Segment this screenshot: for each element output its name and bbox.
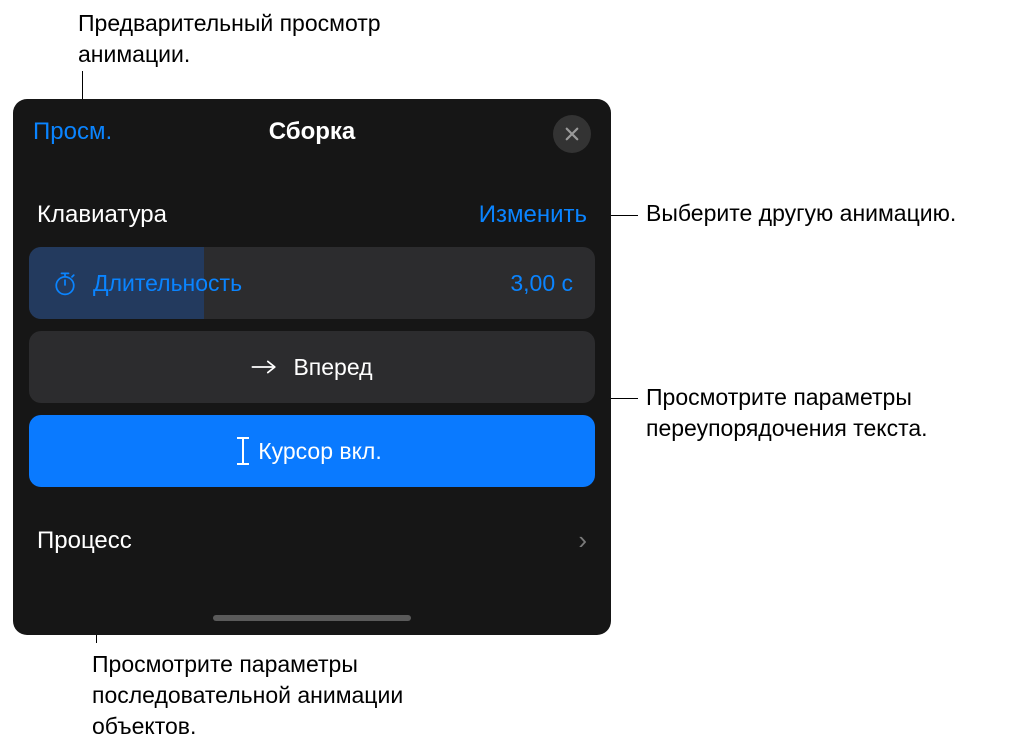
panel-header: Просм. Сборка	[13, 99, 611, 165]
duration-label: Длительность	[93, 270, 242, 297]
home-indicator	[213, 615, 411, 621]
arrow-right-icon	[251, 357, 279, 377]
callout-change: Выберите другую анимацию.	[646, 198, 1016, 229]
cursor-row[interactable]: Курсор вкл.	[29, 415, 595, 487]
process-row[interactable]: Процесс ›	[13, 499, 611, 556]
section-header: Клавиатура Изменить	[13, 165, 611, 247]
duration-value: 3,00 с	[510, 270, 573, 297]
panel-title: Сборка	[269, 118, 356, 146]
callout-process: Просмотрите параметры последовательной а…	[92, 649, 492, 741]
close-icon	[563, 125, 581, 143]
animation-name: Клавиатура	[37, 201, 167, 229]
build-panel: Просм. Сборка Клавиатура Изменить Длител…	[13, 99, 611, 635]
chevron-right-icon: ›	[578, 525, 587, 556]
preview-button[interactable]: Просм.	[33, 118, 112, 146]
change-animation-button[interactable]: Изменить	[479, 201, 587, 229]
process-label: Процесс	[37, 527, 132, 555]
stopwatch-icon	[51, 269, 79, 297]
cursor-label: Курсор вкл.	[258, 438, 382, 465]
duration-row[interactable]: Длительность 3,00 с	[29, 247, 595, 319]
direction-row[interactable]: Вперед	[29, 331, 595, 403]
cursor-icon	[242, 437, 244, 465]
close-button[interactable]	[553, 115, 591, 153]
callout-preview: Предварительный просмотр анимации.	[78, 8, 458, 70]
settings-rows: Длительность 3,00 с Вперед Курсор вкл.	[13, 247, 611, 487]
duration-left: Длительность	[51, 269, 242, 297]
callout-forward: Просмотрите параметры переупорядочения т…	[646, 382, 1032, 444]
direction-label: Вперед	[293, 354, 372, 381]
